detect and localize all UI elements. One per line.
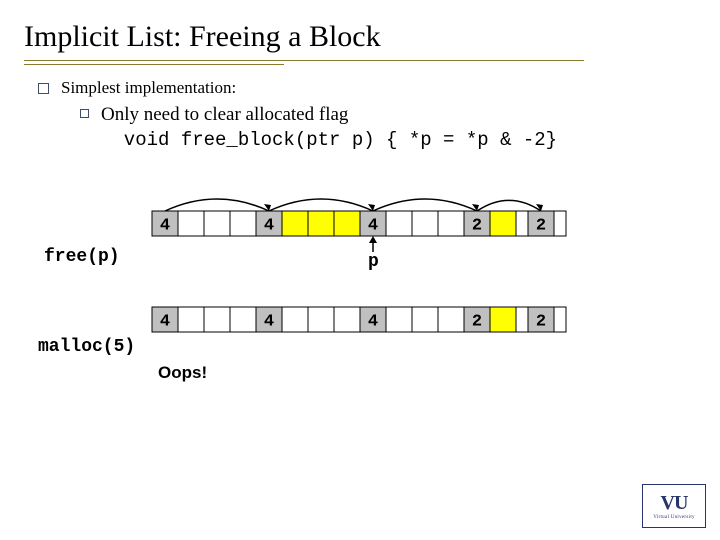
malloc-label: malloc(5) — [38, 337, 135, 357]
square-bullet-icon — [38, 83, 49, 94]
svg-text:4: 4 — [160, 313, 170, 332]
sub-bullet-line1: Only need to clear allocated flag — [101, 102, 557, 128]
svg-text:2: 2 — [536, 217, 546, 236]
bullet-1: Simplest implementation: — [38, 78, 720, 98]
code-line: void free_block(ptr p) { *p = *p & -2} — [101, 128, 557, 154]
bullet-1-text: Simplest implementation: — [61, 78, 236, 98]
svg-text:4: 4 — [368, 217, 378, 236]
free-label: free(p) — [44, 247, 120, 267]
svg-text:4: 4 — [160, 217, 170, 236]
p-pointer-label: p — [368, 252, 379, 272]
heap-row-after: 4 4 4 2 2 — [148, 301, 608, 341]
svg-text:2: 2 — [536, 313, 546, 332]
svg-text:4: 4 — [264, 313, 274, 332]
svg-text:4: 4 — [368, 313, 378, 332]
logo-subtext: Virtual University — [653, 515, 695, 520]
sub-bullet-1: Only need to clear allocated flag void f… — [38, 102, 720, 153]
svg-text:4: 4 — [264, 217, 274, 236]
svg-text:2: 2 — [472, 313, 482, 332]
page-title: Implicit List: Freeing a Block — [0, 0, 720, 60]
memory-diagram: free(p) malloc(5) 4 4 4 2 2 p 4 4 4 2 2 Oops! — [38, 183, 638, 403]
small-square-bullet-icon — [80, 109, 89, 118]
title-underline — [24, 60, 720, 64]
oops-label: Oops! — [158, 363, 207, 383]
vu-logo: VU Virtual University — [642, 484, 706, 528]
svg-text:2: 2 — [472, 217, 482, 236]
logo-text: VU — [661, 492, 688, 515]
